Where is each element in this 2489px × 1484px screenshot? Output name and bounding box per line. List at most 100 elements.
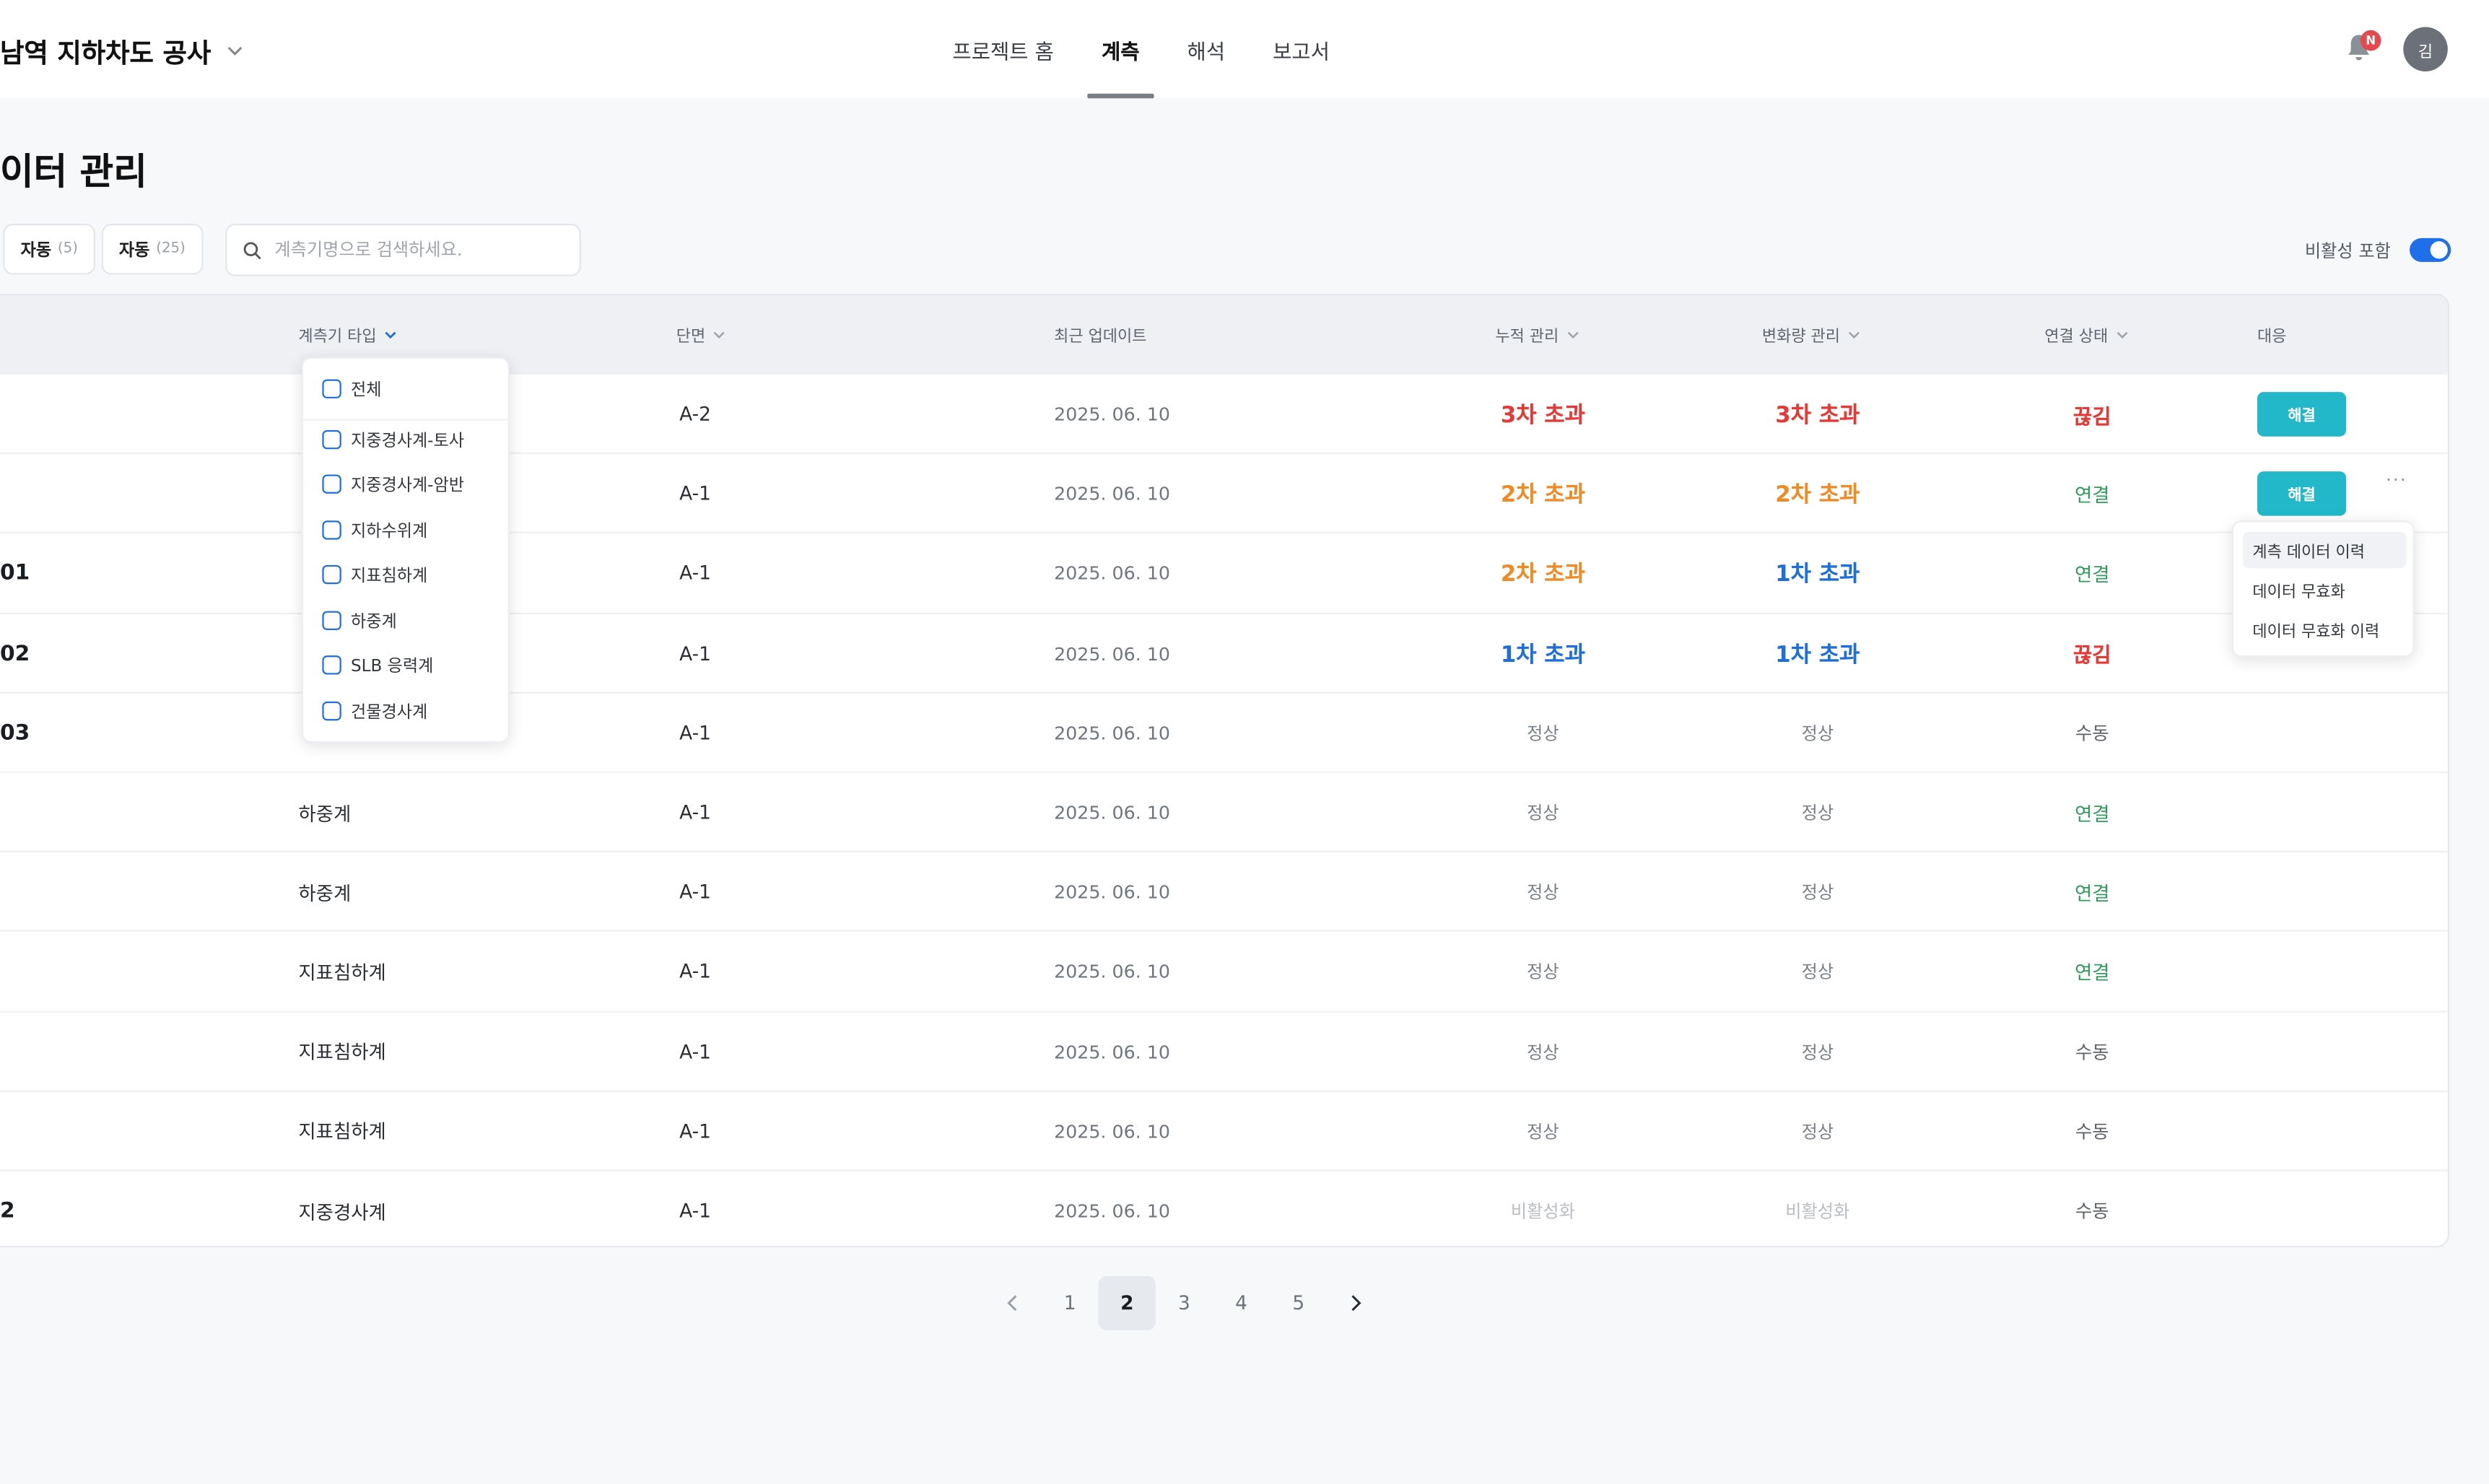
- resolve-button[interactable]: 해결: [2257, 471, 2347, 517]
- include-inactive-toggle[interactable]: [2410, 237, 2451, 262]
- tab-report[interactable]: 보고서: [1249, 0, 1354, 98]
- cell-updated: 2025. 06. 10: [1054, 933, 1170, 1012]
- prev-page-button[interactable]: [984, 1276, 1041, 1330]
- page-button-4[interactable]: 4: [1213, 1276, 1270, 1330]
- checkbox[interactable]: [322, 611, 341, 630]
- cell-connection-text: 연결: [2074, 563, 2110, 586]
- column-header-action: 대응: [2257, 328, 2287, 346]
- cell-name-text: 2: [0, 1198, 15, 1224]
- cell-change-text: 1차 초과: [1775, 642, 1860, 668]
- cell-cumulative: 비활성화: [1431, 1171, 1654, 1246]
- filter-option-label: 지표침하계: [350, 565, 428, 585]
- cell-updated: 2025. 06. 10: [1054, 773, 1170, 852]
- checkbox[interactable]: [322, 474, 341, 494]
- tab-project-home[interactable]: 프로젝트 홈: [928, 0, 1078, 98]
- app-root: 남역 지하차도 공사 프로젝트 홈 계측 해석 보고서 N 김 이터 관리 자동…: [0, 0, 2489, 1484]
- checkbox[interactable]: [322, 520, 341, 540]
- menu-item-data-history[interactable]: 계측 데이터 이력: [2243, 531, 2407, 569]
- filter-option-settlement[interactable]: 지표침하계: [322, 556, 427, 594]
- cell-updated-text: 2025. 06. 10: [1054, 881, 1170, 904]
- filter-option-slb-strain[interactable]: SLB 응력계: [322, 646, 433, 684]
- filter-option-label: SLB 응력계: [350, 656, 434, 676]
- cell-cumulative-text: 정상: [1527, 723, 1559, 744]
- filter-option-inclinometer-soil[interactable]: 지중경사계-토사: [322, 421, 464, 459]
- cell-type: 하중계: [298, 773, 351, 852]
- cell-cumulative-text: 2차 초과: [1500, 482, 1585, 509]
- filter-chip-auto-25[interactable]: 자동 (25): [101, 224, 204, 275]
- cell-connection-text: 연결: [2074, 881, 2110, 904]
- include-inactive-label: 비활성 포함: [2304, 241, 2391, 262]
- cell-connection: 끊김: [1981, 614, 2203, 693]
- cell-connection: 수동: [1981, 1012, 2203, 1091]
- cell-change: 비활성화: [1706, 1171, 1929, 1246]
- cell-name: 02: [0, 614, 30, 693]
- cell-cumulative-text: 정상: [1527, 803, 1559, 824]
- cell-cumulative-text: 2차 초과: [1500, 562, 1585, 588]
- cell-section-text: A-1: [679, 1200, 711, 1223]
- menu-item-invalidate-data[interactable]: 데이터 무효화: [2243, 572, 2406, 608]
- row-more-menu-button[interactable]: ···: [2386, 470, 2407, 491]
- cell-name-text: 03: [0, 720, 30, 746]
- column-header-connection[interactable]: 연결 상태: [2044, 295, 2130, 373]
- checkbox[interactable]: [322, 564, 341, 585]
- notification-badge: N: [2360, 30, 2381, 51]
- cell-cumulative-text: 정상: [1527, 1042, 1559, 1063]
- cell-connection: 수동: [1981, 1171, 2203, 1246]
- table-row[interactable]: 하중계 A-1 2025. 06. 10 정상 정상 연결: [0, 771, 2448, 852]
- resolve-button[interactable]: 해결: [2257, 392, 2347, 437]
- checkbox[interactable]: [322, 379, 341, 398]
- chevron-down-icon: [714, 331, 725, 339]
- filter-option-load-cell[interactable]: 하중계: [322, 601, 397, 640]
- table-row[interactable]: 지표침하계 A-1 2025. 06. 10 정상 정상 수동: [0, 1090, 2448, 1171]
- filter-chip-auto-5[interactable]: 자동 (5): [3, 224, 95, 275]
- cell-change-text: 정상: [1801, 803, 1834, 824]
- cell-section-text: A-1: [679, 1040, 711, 1063]
- filter-option-water-level[interactable]: 지하수위계: [322, 511, 427, 549]
- column-header-change[interactable]: 변화량 관리: [1762, 295, 1862, 373]
- cell-change: 1차 초과: [1706, 534, 1929, 614]
- page-button-1[interactable]: 1: [1042, 1276, 1099, 1330]
- column-header-cumulative[interactable]: 누적 관리: [1495, 295, 1581, 373]
- cell-cumulative: 정상: [1431, 1091, 1654, 1171]
- cell-cumulative: 정상: [1431, 933, 1654, 1012]
- page-button-3[interactable]: 3: [1156, 1276, 1213, 1330]
- table-row[interactable]: 2 지중경사계 A-1 2025. 06. 10 비활성화 비활성화 수동: [0, 1169, 2448, 1247]
- cell-type-text: 하중계: [298, 802, 352, 825]
- filter-option-inclinometer-rock[interactable]: 지중경사계-암반: [322, 465, 464, 503]
- tab-measurement[interactable]: 계측: [1078, 0, 1164, 99]
- cell-section: A-1: [679, 534, 711, 614]
- cell-name: 01: [0, 534, 30, 614]
- table-row[interactable]: 지표침하계 A-1 2025. 06. 10 정상 정상 연결: [0, 930, 2448, 1012]
- search-input[interactable]: [271, 237, 564, 262]
- checkbox[interactable]: [322, 701, 341, 721]
- cell-updated-text: 2025. 06. 10: [1054, 562, 1170, 585]
- project-selector[interactable]: 남역 지하차도 공사: [0, 30, 246, 71]
- avatar[interactable]: 김: [2403, 27, 2448, 71]
- checkbox[interactable]: [322, 429, 341, 450]
- tab-analysis[interactable]: 해석: [1164, 0, 1250, 98]
- cell-connection-text: 끊김: [2072, 405, 2111, 429]
- filter-option-building-tilt[interactable]: 건물경사계: [322, 692, 427, 730]
- cell-connection-text: 수동: [2075, 1200, 2109, 1223]
- table-row[interactable]: 하중계 A-1 2025. 06. 10 정상 정상 연결: [0, 851, 2448, 932]
- checkbox[interactable]: [322, 655, 341, 675]
- cell-connection-text: 수동: [2075, 1040, 2109, 1063]
- cell-section: A-1: [679, 693, 711, 772]
- cell-change-text: 정상: [1801, 1122, 1834, 1143]
- cell-connection: 수동: [1981, 693, 2203, 772]
- menu-item-invalidation-history[interactable]: 데이터 무효화 이력: [2243, 611, 2406, 648]
- cell-change: 정상: [1706, 773, 1929, 852]
- next-page-button[interactable]: [1327, 1276, 1384, 1330]
- filter-option-all[interactable]: 전체: [322, 370, 381, 408]
- chip-label: 자동: [20, 240, 52, 260]
- column-header-section[interactable]: 단면: [676, 295, 728, 373]
- page-button-2[interactable]: 2: [1098, 1275, 1156, 1330]
- cell-change-text: 정상: [1801, 723, 1834, 744]
- cell-connection: 연결: [1981, 454, 2203, 533]
- cell-change-text: 비활성화: [1785, 1201, 1850, 1223]
- table-row[interactable]: 지표침하계 A-1 2025. 06. 10 정상 정상 수동: [0, 1010, 2448, 1091]
- chevron-left-icon: [1007, 1295, 1017, 1311]
- cell-updated-text: 2025. 06. 10: [1054, 482, 1170, 505]
- cell-type-text: 지표침하계: [298, 1121, 386, 1143]
- page-button-5[interactable]: 5: [1270, 1276, 1327, 1330]
